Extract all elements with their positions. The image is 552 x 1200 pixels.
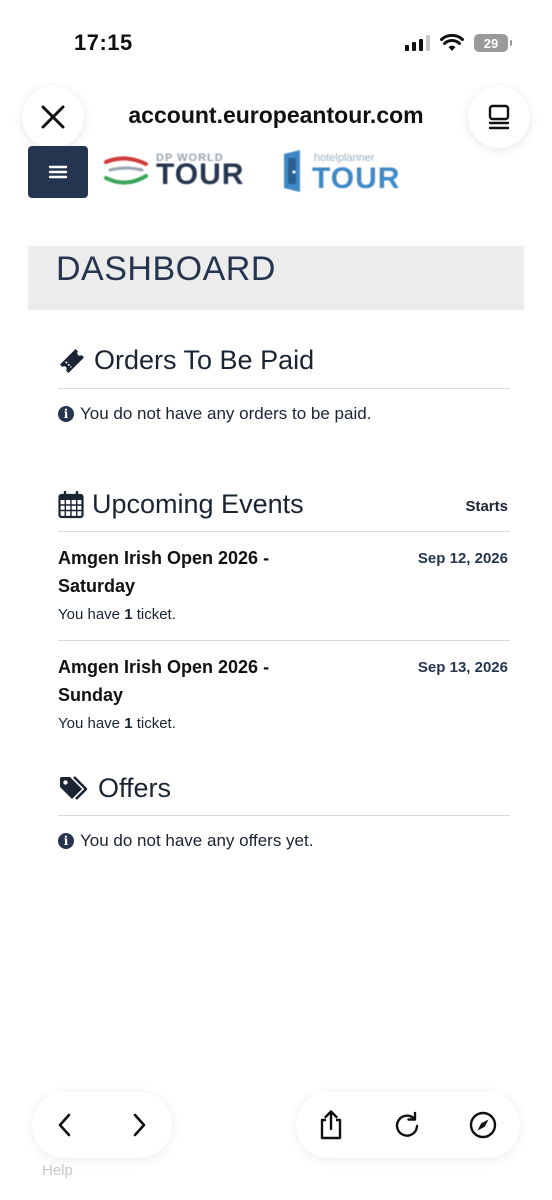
info-icon: i xyxy=(58,833,74,849)
upcoming-section-title: Upcoming Events xyxy=(58,489,304,520)
offers-message-text: You do not have any offers yet. xyxy=(80,831,314,850)
hamburger-icon xyxy=(48,165,68,179)
forward-button[interactable] xyxy=(122,1108,156,1142)
hb-logo-big-text: TOUR xyxy=(312,162,401,195)
share-button[interactable] xyxy=(314,1108,348,1142)
orders-message: i You do not have any orders to be paid. xyxy=(58,404,371,424)
upcoming-divider xyxy=(58,531,510,532)
help-link[interactable]: Help xyxy=(42,1162,73,1179)
starts-column-header: Starts xyxy=(465,498,508,515)
page-menu-icon xyxy=(488,104,510,130)
event-ticket-count: You have 1 ticket. xyxy=(58,606,176,623)
upcoming-title-text: Upcoming Events xyxy=(92,489,304,519)
info-icon: i xyxy=(58,406,74,422)
event-date: Sep 12, 2026 xyxy=(417,550,508,567)
compass-icon xyxy=(469,1111,497,1139)
chevron-left-icon xyxy=(58,1113,71,1137)
compass-button[interactable] xyxy=(466,1108,500,1142)
share-icon xyxy=(320,1110,342,1140)
event-date: Sep 13, 2026 xyxy=(417,659,508,676)
status-bar: 17:15 29 xyxy=(0,0,552,80)
cellular-signal-icon xyxy=(405,35,430,51)
dashboard-header: DASHBOARD xyxy=(28,246,524,310)
status-icons: 29 xyxy=(405,34,512,52)
offers-message: i You do not have any offers yet. xyxy=(58,831,313,851)
calendar-icon xyxy=(58,490,84,518)
reload-icon xyxy=(395,1111,419,1137)
back-button[interactable] xyxy=(48,1108,82,1142)
hotelplanner-door-icon xyxy=(284,150,300,192)
wifi-icon xyxy=(440,34,464,51)
dp-logo-small-text: DP WORLD xyxy=(156,152,224,164)
tags-icon xyxy=(60,775,88,800)
event-name[interactable]: Amgen Irish Open 2026 - Saturday xyxy=(58,544,308,600)
chevron-right-icon xyxy=(133,1113,146,1137)
hamburger-menu-button[interactable] xyxy=(28,146,88,198)
page-actions-group xyxy=(296,1092,520,1158)
orders-message-text: You do not have any orders to be paid. xyxy=(80,404,372,423)
dp-world-swoosh-icon xyxy=(104,156,148,185)
page-title: DASHBOARD xyxy=(56,250,276,288)
status-time: 17:15 xyxy=(74,30,133,55)
hotelplanner-tour-logo[interactable]: hotelplanner TOUR xyxy=(280,150,399,197)
orders-section-title: Orders To Be Paid xyxy=(58,345,314,376)
history-nav-group xyxy=(32,1092,172,1158)
offers-divider xyxy=(58,815,510,816)
offers-title-text: Offers xyxy=(98,773,172,803)
event-divider xyxy=(58,640,510,641)
dp-world-tour-logo[interactable]: DP WORLD TOUR xyxy=(102,150,244,192)
battery-icon: 29 xyxy=(474,34,512,52)
site-header: DP WORLD TOUR hotelplanner TOUR xyxy=(28,146,528,200)
orders-divider xyxy=(58,388,510,389)
offers-section-title: Offers xyxy=(58,773,171,804)
page-menu-button[interactable] xyxy=(468,86,530,148)
reload-button[interactable] xyxy=(390,1108,424,1142)
ticket-icon xyxy=(59,348,85,373)
event-ticket-count: You have 1 ticket. xyxy=(58,715,176,732)
event-name[interactable]: Amgen Irish Open 2026 - Sunday xyxy=(58,653,308,709)
orders-title-text: Orders To Be Paid xyxy=(94,345,315,375)
